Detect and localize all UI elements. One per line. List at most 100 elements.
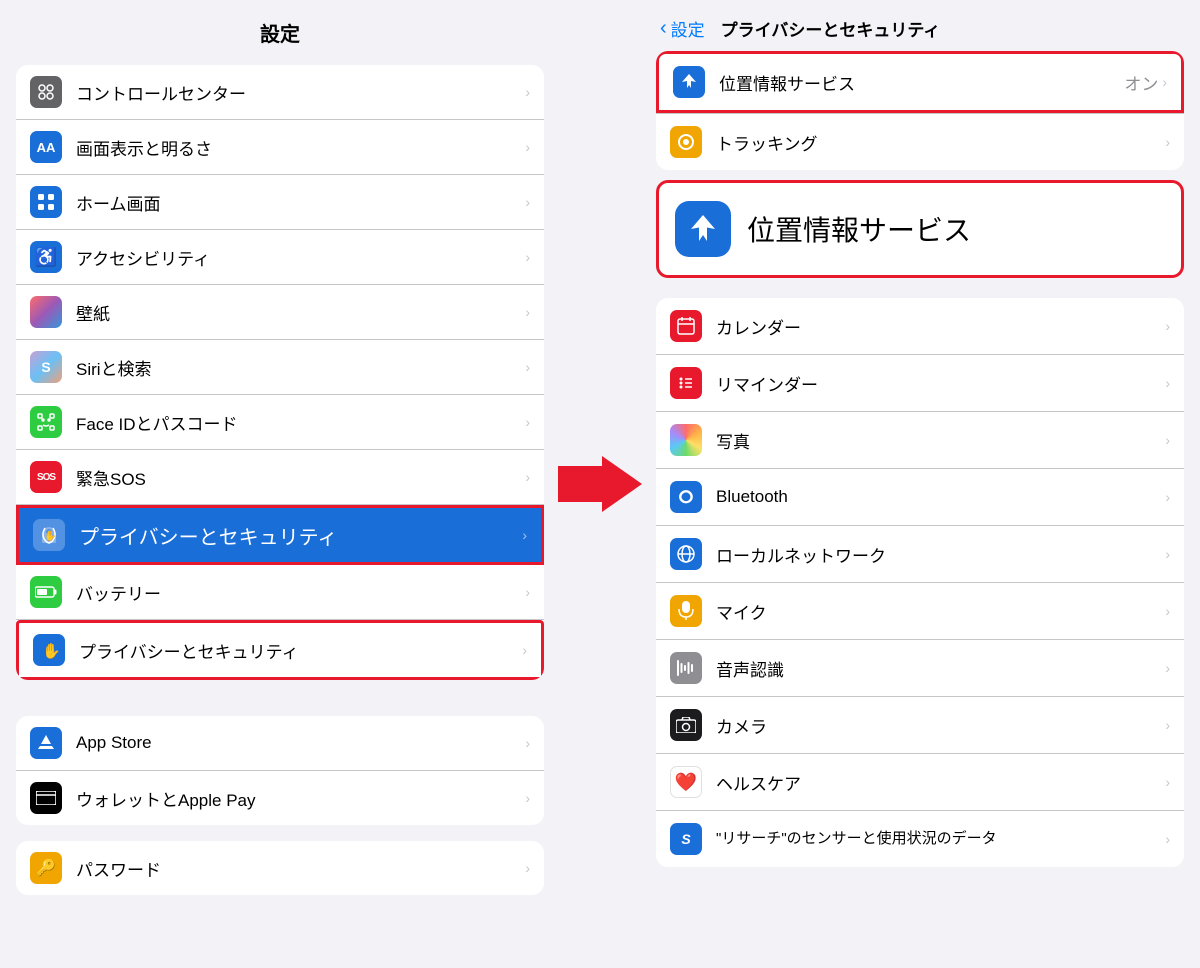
battery-label: バッテリー xyxy=(76,580,521,605)
location-banner-icon xyxy=(675,201,731,257)
right-item-photos[interactable]: 写真 › xyxy=(656,412,1184,469)
tracking-icon xyxy=(670,126,702,158)
chevron-icon: › xyxy=(1165,432,1170,448)
location-services-value: オン xyxy=(1124,70,1158,95)
chevron-icon: › xyxy=(525,790,530,806)
bluetooth-icon: ⭘ xyxy=(670,481,702,513)
sidebar-item-face-id[interactable]: Face IDとパスコード › xyxy=(16,395,544,450)
display-label: 画面表示と明るさ xyxy=(76,135,521,160)
wallet-label: ウォレットとApple Pay xyxy=(76,786,521,811)
sidebar-item-wallpaper[interactable]: 壁紙 › xyxy=(16,285,544,340)
right-header: ‹ 設定 プライバシーとセキュリティ xyxy=(640,0,1200,51)
privacy2-label: プライバシーとセキュリティ xyxy=(79,638,518,663)
top-group: 位置情報サービス オン › トラッキング › xyxy=(656,51,1184,170)
wallpaper-label: 壁紙 xyxy=(76,300,521,325)
microphone-label: マイク xyxy=(716,599,1165,624)
chevron-icon: › xyxy=(1165,831,1170,847)
app-store-icon xyxy=(30,727,62,759)
tracking-label: トラッキング xyxy=(716,130,1165,155)
right-item-calendar[interactable]: カレンダー › xyxy=(656,298,1184,355)
health-label: ヘルスケア xyxy=(716,770,1165,795)
sidebar-item-privacy2[interactable]: ✋ プライバシーとセキュリティ › xyxy=(16,620,544,680)
wallpaper-icon xyxy=(30,296,62,328)
navigation-arrow xyxy=(560,0,640,968)
home-screen-label: ホーム画面 xyxy=(76,190,521,215)
home-screen-icon xyxy=(30,186,62,218)
right-items-list: カレンダー › リマインダー › 写真 › ⭘ Bluetooth › xyxy=(656,298,1184,867)
reminders-icon xyxy=(670,367,702,399)
left-panel: 設定 コントロールセンター › AA 画面表示と明るさ › ホーム画面 › ♿ xyxy=(0,0,560,968)
bluetooth-label: Bluetooth xyxy=(716,487,1165,507)
sidebar-item-password[interactable]: 🔑 パスワード › xyxy=(16,841,544,895)
chevron-icon: › xyxy=(522,642,527,658)
wallet-icon xyxy=(30,782,62,814)
speech-label: 音声認識 xyxy=(716,656,1165,681)
sidebar-item-control-center[interactable]: コントロールセンター › xyxy=(16,65,544,120)
health-icon: ❤️ xyxy=(670,766,702,798)
settings-gap xyxy=(0,688,560,708)
chevron-icon: › xyxy=(1165,546,1170,562)
right-item-bluetooth[interactable]: ⭘ Bluetooth › xyxy=(656,469,1184,526)
privacy-highlight-icon: ✋ xyxy=(33,519,65,551)
settings-list-bottom: App Store › ウォレットとApple Pay › xyxy=(16,716,544,825)
tracking-item[interactable]: トラッキング › xyxy=(656,113,1184,170)
local-network-label: ローカルネットワーク xyxy=(716,542,1165,567)
right-item-reminders[interactable]: リマインダー › xyxy=(656,355,1184,412)
calendar-icon xyxy=(670,310,702,342)
siri-icon: S xyxy=(30,351,62,383)
camera-icon xyxy=(670,709,702,741)
sidebar-item-accessibility[interactable]: ♿ アクセシビリティ › xyxy=(16,230,544,285)
back-chevron-icon: ‹ xyxy=(660,17,667,40)
right-panel: ‹ 設定 プライバシーとセキュリティ 位置情報サービス オン › トラッキング … xyxy=(640,0,1200,968)
chevron-icon: › xyxy=(525,414,530,430)
tracking-chevron-icon: › xyxy=(1165,134,1170,150)
calendar-label: カレンダー xyxy=(716,314,1165,339)
chevron-icon: › xyxy=(525,194,530,210)
right-page-title: プライバシーとセキュリティ xyxy=(721,16,941,41)
microphone-icon xyxy=(670,595,702,627)
location-services-label: 位置情報サービス xyxy=(719,70,1124,95)
chevron-icon: › xyxy=(1165,318,1170,334)
chevron-icon: › xyxy=(525,584,530,600)
chevron-icon: › xyxy=(525,304,530,320)
chevron-icon: › xyxy=(525,249,530,265)
control-center-label: コントロールセンター xyxy=(76,80,521,105)
location-banner-label: 位置情報サービス xyxy=(747,209,971,249)
location-services-icon xyxy=(673,66,705,98)
face-id-icon xyxy=(30,406,62,438)
password-icon: 🔑 xyxy=(30,852,62,884)
sidebar-item-home-screen[interactable]: ホーム画面 › xyxy=(16,175,544,230)
research-label: "リサーチ"のセンサーと使用状況のデータ xyxy=(716,829,1165,849)
sidebar-item-wallet[interactable]: ウォレットとApple Pay › xyxy=(16,771,544,825)
back-button[interactable]: ‹ 設定 xyxy=(660,16,705,41)
chevron-icon: › xyxy=(525,359,530,375)
siri-label: Siriと検索 xyxy=(76,355,521,380)
research-icon: S xyxy=(670,823,702,855)
location-services-item[interactable]: 位置情報サービス オン › xyxy=(656,51,1184,113)
battery-icon xyxy=(30,576,62,608)
display-icon: AA xyxy=(30,131,62,163)
chevron-icon: › xyxy=(1165,774,1170,790)
face-id-label: Face IDとパスコード xyxy=(76,410,521,435)
sidebar-item-battery[interactable]: バッテリー › xyxy=(16,565,544,620)
right-item-research[interactable]: S "リサーチ"のセンサーと使用状況のデータ › xyxy=(656,811,1184,867)
right-item-microphone[interactable]: マイク › xyxy=(656,583,1184,640)
sidebar-item-app-store[interactable]: App Store › xyxy=(16,716,544,771)
right-item-health[interactable]: ❤️ ヘルスケア › xyxy=(656,754,1184,811)
photos-label: 写真 xyxy=(716,428,1165,453)
chevron-icon: › xyxy=(525,735,530,751)
emergency-sos-label: 緊急SOS xyxy=(76,465,521,490)
svg-text:✋: ✋ xyxy=(44,529,56,542)
sidebar-item-siri[interactable]: S Siriと検索 › xyxy=(16,340,544,395)
svg-text:✋: ✋ xyxy=(42,642,59,660)
sidebar-item-privacy-highlight[interactable]: ✋ プライバシーとセキュリティ › xyxy=(16,505,544,565)
sidebar-item-display[interactable]: AA 画面表示と明るさ › xyxy=(16,120,544,175)
right-item-speech[interactable]: 音声認識 › xyxy=(656,640,1184,697)
chevron-icon: › xyxy=(525,139,530,155)
photos-icon xyxy=(670,424,702,456)
sidebar-item-emergency-sos[interactable]: SOS 緊急SOS › xyxy=(16,450,544,505)
privacy2-icon: ✋ xyxy=(33,634,65,666)
right-item-local-network[interactable]: ローカルネットワーク › xyxy=(656,526,1184,583)
right-item-camera[interactable]: カメラ › xyxy=(656,697,1184,754)
accessibility-icon: ♿ xyxy=(30,241,62,273)
